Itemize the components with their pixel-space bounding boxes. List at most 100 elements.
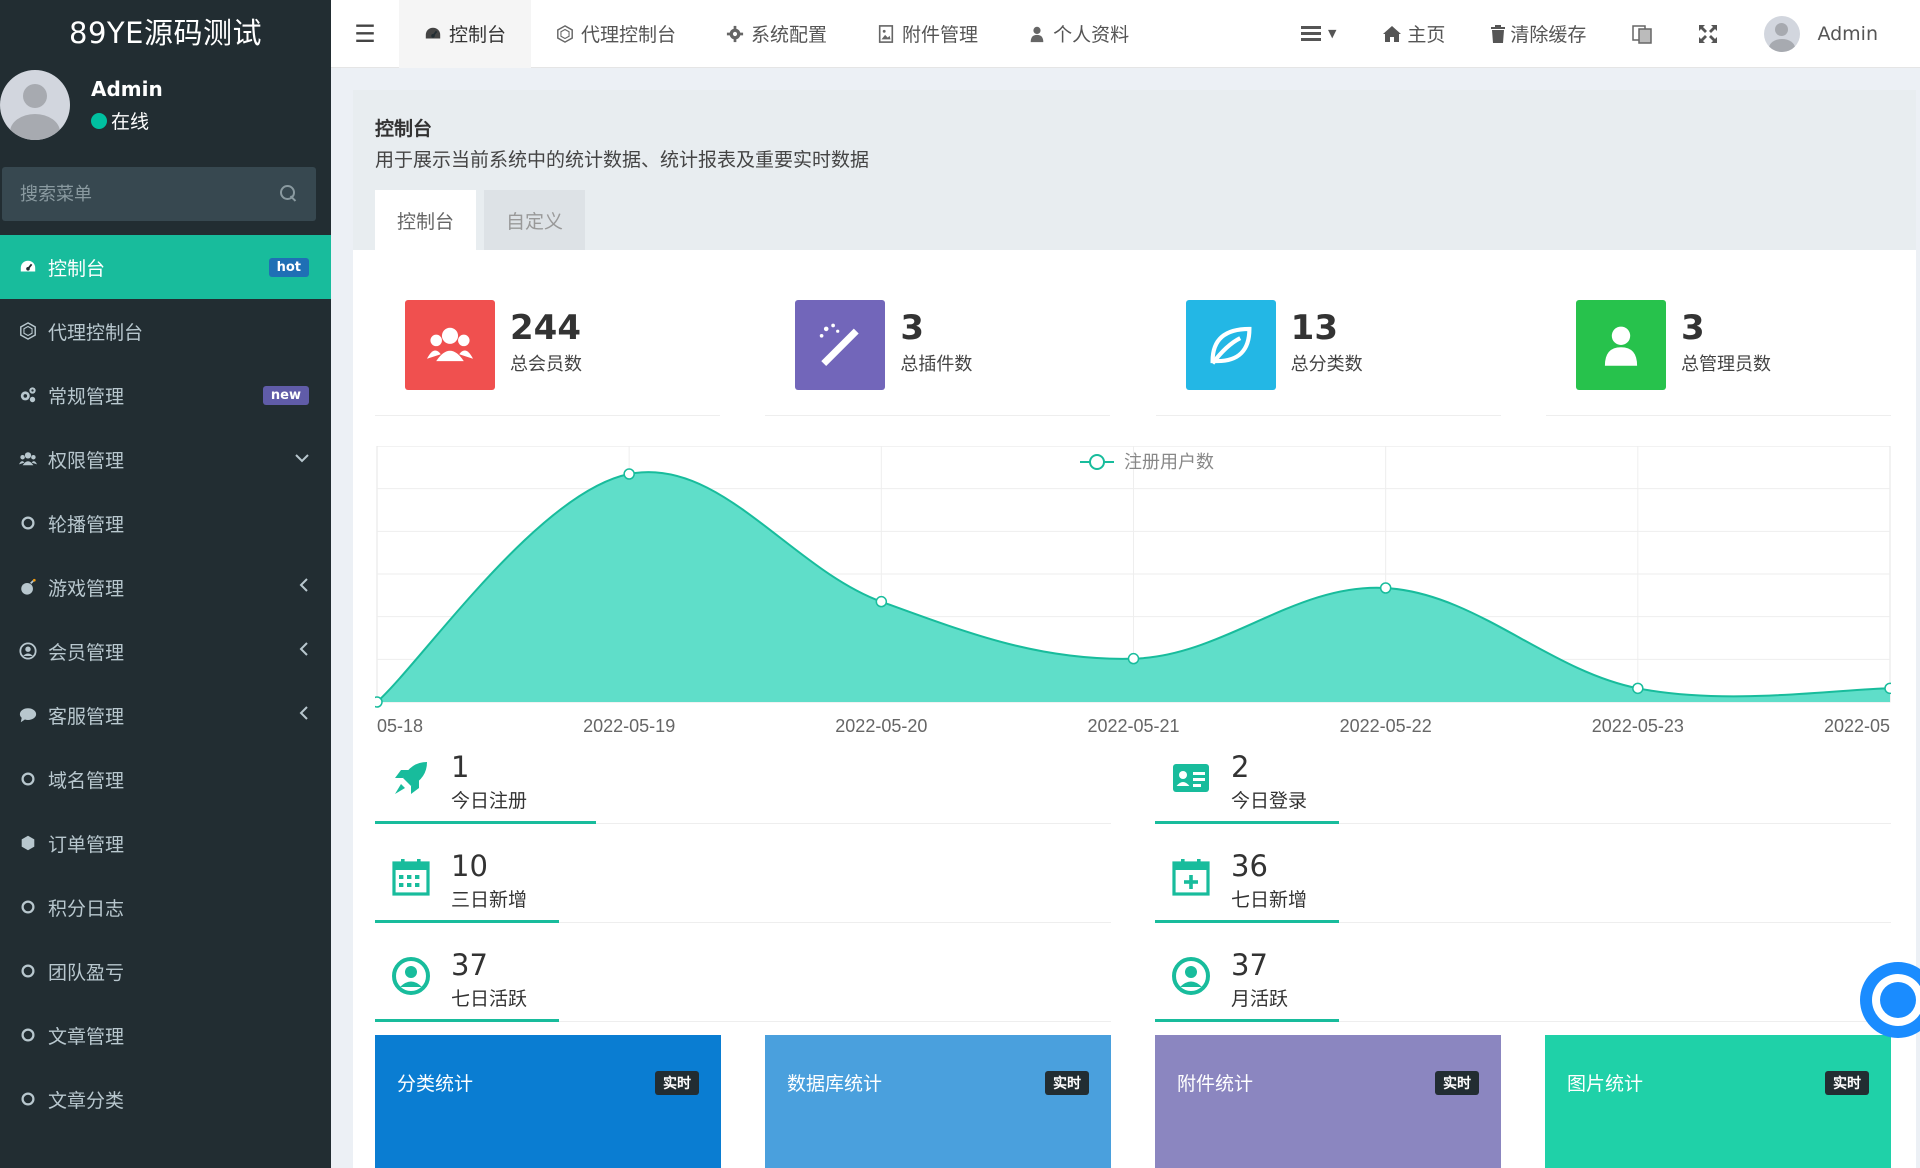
clear-cache-label: 清除缓存	[1510, 24, 1587, 46]
stat-label: 总会员数	[510, 354, 582, 375]
bottom-cards: 分类统计 实时 数据库统计 实时 附件统计 实时 图片统计 实时	[375, 1035, 1891, 1168]
top-tab-1[interactable]: 代理控制台	[531, 0, 701, 68]
chevron-down-icon	[295, 451, 309, 467]
sidebar-item-10[interactable]: 积分日志	[0, 875, 331, 939]
top-tab-label: 代理控制台	[581, 24, 677, 46]
panel-tabs: 控制台 自定义	[375, 190, 586, 250]
sidebar-item-7[interactable]: 客服管理	[0, 683, 331, 747]
sidebar-item-label: 游戏管理	[48, 577, 125, 600]
language-button[interactable]	[1609, 0, 1675, 68]
top-tab-label: 控制台	[449, 24, 507, 46]
sidebar-item-6[interactable]: 会员管理	[0, 619, 331, 683]
circle-icon	[18, 897, 38, 917]
app-logo[interactable]: 89YE源码测试	[0, 0, 331, 62]
stat-summary-card[interactable]: 数据库统计 实时	[765, 1035, 1111, 1168]
circle-icon	[18, 961, 38, 981]
tab-custom[interactable]: 自定义	[484, 190, 586, 250]
metric-value: 37	[1231, 948, 1268, 982]
chart-x-tick-label: 2022-05	[1824, 716, 1890, 736]
card-title: 数据库统计	[787, 1073, 883, 1095]
top-tab-0[interactable]: 控制台	[399, 0, 532, 68]
chart-point	[1379, 582, 1392, 594]
badge-new: new	[262, 385, 309, 405]
chart-x-tick-label: 2022-05-22	[1340, 716, 1432, 736]
sidebar-item-label: 控制台	[48, 257, 106, 280]
sidebar-item-4[interactable]: 轮播管理	[0, 491, 331, 555]
metric-item: 37 月活跃	[1155, 942, 1891, 1022]
badge-hot: hot	[268, 257, 309, 277]
sidebar-item-13[interactable]: 文章分类	[0, 1067, 331, 1131]
gear-icon	[726, 25, 744, 43]
user-icon	[1028, 25, 1046, 43]
circle-icon	[18, 769, 38, 789]
user-circle-icon	[18, 641, 38, 661]
registration-chart: 05-18 2022-05-19 2022-05-20 2022-05-21 2022-…	[371, 445, 1896, 746]
users-icon	[18, 449, 38, 469]
sidebar-item-label: 常规管理	[48, 385, 125, 408]
user-icon	[1575, 300, 1666, 390]
sidebar-item-label: 文章分类	[48, 1089, 125, 1112]
cogs-icon	[18, 385, 38, 405]
image-file-icon	[877, 24, 895, 43]
hamburger-menu-icon[interactable]: ☰	[331, 0, 399, 68]
caret-down-icon: ▼	[1327, 27, 1337, 40]
topbar: ☰ 控制台 代理控制台 系统配置 附件管理 个人资料 ▼ 主页 清除缓存 Admin	[331, 0, 1920, 68]
metric-progress-bar	[1155, 821, 1339, 824]
search-icon[interactable]	[280, 185, 298, 203]
cube-outline-icon	[556, 24, 574, 43]
sidebar-item-3[interactable]: 权限管理	[0, 427, 331, 491]
sidebar-item-1[interactable]: 代理控制台	[0, 299, 331, 363]
sidebar-item-label: 订单管理	[48, 833, 125, 856]
card-title: 分类统计	[397, 1073, 474, 1095]
main-content: 控制台 用于展示当前系统中的统计数据、统计报表及重要实时数据 控制台 自定义 2…	[353, 90, 1916, 1168]
card-title: 图片统计	[1567, 1073, 1644, 1095]
metric-progress-bar	[1155, 920, 1339, 923]
chevron-left-icon	[299, 578, 309, 596]
menu-search-input[interactable]	[20, 183, 260, 205]
clear-cache-button[interactable]: 清除缓存	[1468, 0, 1609, 68]
stat-summary-card[interactable]: 分类统计 实时	[375, 1035, 721, 1168]
stat-summary-card[interactable]: 附件统计 实时	[1155, 1035, 1501, 1168]
top-tab-2[interactable]: 系统配置	[701, 0, 852, 68]
chart-point	[1127, 652, 1140, 665]
chevron-left-icon	[299, 706, 309, 724]
stat-value: 3	[900, 308, 924, 348]
menu-search	[2, 167, 316, 221]
user-menu[interactable]: Admin	[1741, 0, 1920, 68]
sidebar-item-5[interactable]: 游戏管理	[0, 555, 331, 619]
top-tab-4[interactable]: 个人资料	[1003, 0, 1154, 68]
metric-label: 七日新增	[1231, 889, 1308, 911]
calendar-icon	[389, 855, 433, 899]
stat-value: 3	[1680, 308, 1705, 348]
comment-icon	[18, 705, 38, 725]
top-tab-3[interactable]: 附件管理	[852, 0, 1003, 68]
stat-value: 244	[510, 308, 581, 348]
tab-dashboard[interactable]: 控制台	[375, 190, 477, 250]
metric-label: 月活跃	[1231, 988, 1289, 1010]
sidebar-item-8[interactable]: 域名管理	[0, 747, 331, 811]
fullscreen-button[interactable]	[1675, 0, 1741, 68]
home-link[interactable]: 主页	[1359, 0, 1468, 68]
metric-value: 37	[451, 948, 488, 982]
sidebar-item-label: 积分日志	[48, 897, 125, 920]
stat-value: 13	[1290, 308, 1338, 348]
user-status: 在线	[91, 107, 163, 134]
metric-item: 10 三日新增	[375, 843, 1111, 923]
sidebar-item-12[interactable]: 文章管理	[0, 1003, 331, 1067]
metric-item: 37 七日活跃	[375, 942, 1111, 1022]
sidebar-item-9[interactable]: 订单管理	[0, 811, 331, 875]
list-icon	[1300, 25, 1321, 41]
chart-x-tick-label: 2022-05-20	[835, 716, 927, 736]
sidebar-item-2[interactable]: 常规管理 new	[0, 363, 331, 427]
page-description: 用于展示当前系统中的统计数据、统计报表及重要实时数据	[375, 149, 870, 171]
stat-card: 244 总会员数	[375, 300, 720, 416]
stat-label: 总插件数	[900, 354, 973, 375]
more-menu-button[interactable]: ▼	[1278, 0, 1359, 68]
sidebar-item-11[interactable]: 团队盈亏	[0, 939, 331, 1003]
top-tab-label: 附件管理	[902, 24, 979, 46]
sidebar-item-0[interactable]: 控制台 hot	[0, 235, 331, 299]
chart-point	[875, 595, 888, 608]
stat-summary-card[interactable]: 图片统计 实时	[1545, 1035, 1891, 1168]
chart-point	[623, 468, 635, 480]
users-icon	[405, 300, 495, 390]
